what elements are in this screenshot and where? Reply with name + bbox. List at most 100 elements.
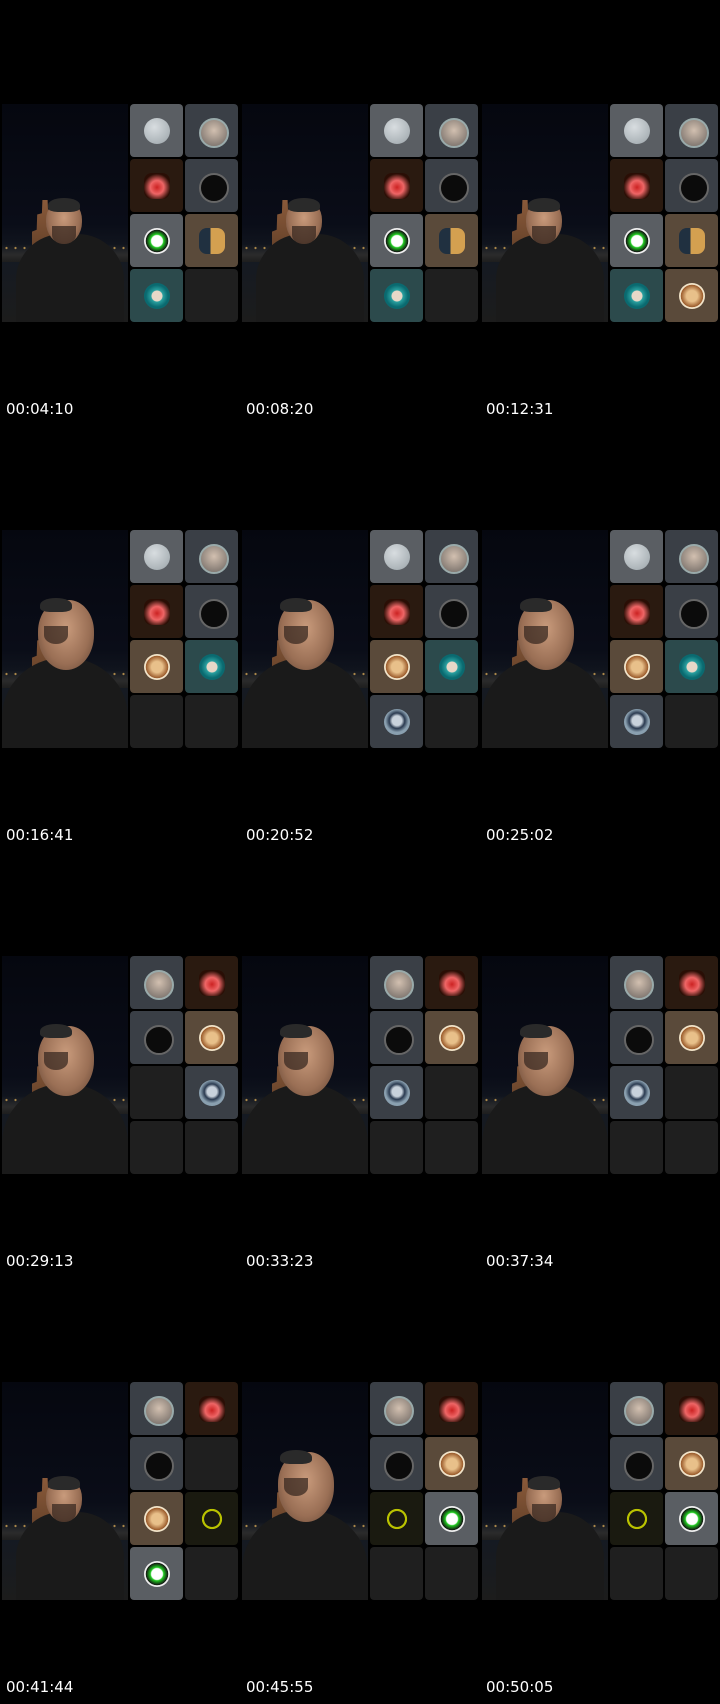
- participant-tile[interactable]: [185, 1011, 238, 1064]
- participant-tile[interactable]: [130, 1547, 183, 1600]
- participant-tile[interactable]: [370, 530, 423, 583]
- participant-tile[interactable]: [610, 1382, 663, 1435]
- frame-timestamp: 00:08:20: [246, 400, 314, 418]
- frame-timestamp: 00:41:44: [6, 1678, 74, 1696]
- participant-tile[interactable]: [610, 1011, 663, 1064]
- main-video-feed: [482, 104, 608, 322]
- participant-tile[interactable]: [370, 159, 423, 212]
- participant-tile[interactable]: [130, 159, 183, 212]
- participant-tile[interactable]: [185, 1492, 238, 1545]
- participant-tile[interactable]: [370, 695, 423, 748]
- participant-tile[interactable]: [185, 1382, 238, 1435]
- participant-tile[interactable]: [610, 1066, 663, 1119]
- participant-tile[interactable]: [610, 159, 663, 212]
- participant-tile[interactable]: [370, 1382, 423, 1435]
- participant-tile[interactable]: [370, 1066, 423, 1119]
- participant-tile[interactable]: [665, 269, 718, 322]
- speaker-head: [38, 598, 94, 670]
- participant-tile[interactable]: [425, 640, 478, 693]
- participant-tile[interactable]: [665, 1492, 718, 1545]
- speaker-body: [496, 234, 604, 322]
- participant-tile[interactable]: [425, 104, 478, 157]
- participant-tile[interactable]: [665, 1437, 718, 1490]
- main-video-feed: [242, 104, 368, 322]
- participant-tile[interactable]: [370, 1492, 423, 1545]
- participant-tile[interactable]: [610, 104, 663, 157]
- participant-tile[interactable]: [425, 159, 478, 212]
- participant-tile[interactable]: [610, 269, 663, 322]
- participant-tile[interactable]: [425, 1382, 478, 1435]
- sun-avatar-icon: [383, 1505, 410, 1532]
- participant-tile[interactable]: [130, 269, 183, 322]
- participant-tile[interactable]: [425, 585, 478, 638]
- participant-tile[interactable]: [130, 585, 183, 638]
- participant-tile[interactable]: [130, 1011, 183, 1064]
- participant-tile[interactable]: [185, 104, 238, 157]
- speaker-head: [518, 598, 574, 670]
- speaker-head: [278, 1024, 334, 1096]
- main-video-feed: [482, 1382, 608, 1600]
- participant-tile[interactable]: [665, 530, 718, 583]
- participant-tile[interactable]: [665, 956, 718, 1009]
- participant-grid: [610, 104, 718, 322]
- participant-tile[interactable]: [370, 269, 423, 322]
- participant-tile[interactable]: [130, 104, 183, 157]
- participant-tile[interactable]: [610, 1437, 663, 1490]
- participant-tile[interactable]: [610, 585, 663, 638]
- cartoon-avatar-icon: [623, 227, 650, 254]
- moon-avatar-icon: [623, 117, 650, 144]
- black-circle-avatar-icon: [143, 1450, 174, 1481]
- participant-tile[interactable]: [185, 1066, 238, 1119]
- participant-grid: [130, 530, 238, 748]
- participant-tile[interactable]: [425, 214, 478, 267]
- participant-tile[interactable]: [425, 1492, 478, 1545]
- participant-tile[interactable]: [665, 159, 718, 212]
- frame-timestamp: 00:29:13: [6, 1252, 74, 1270]
- participant-tile[interactable]: [130, 214, 183, 267]
- participant-tile[interactable]: [610, 214, 663, 267]
- main-video-feed: [2, 104, 128, 322]
- participant-tile[interactable]: [130, 1492, 183, 1545]
- participant-tile[interactable]: [185, 585, 238, 638]
- participant-tile[interactable]: [610, 530, 663, 583]
- participant-tile[interactable]: [185, 956, 238, 1009]
- participant-tile[interactable]: [425, 1437, 478, 1490]
- participant-tile[interactable]: [610, 695, 663, 748]
- main-video-feed: [482, 956, 608, 1174]
- participant-tile[interactable]: [130, 640, 183, 693]
- participant-tile[interactable]: [370, 956, 423, 1009]
- participant-tile[interactable]: [130, 1382, 183, 1435]
- participant-tile[interactable]: [130, 956, 183, 1009]
- face-avatar-icon: [438, 543, 469, 574]
- participant-tile[interactable]: [370, 1437, 423, 1490]
- participant-tile[interactable]: [185, 159, 238, 212]
- participant-tile[interactable]: [130, 1437, 183, 1490]
- speaker-head: [518, 1024, 574, 1096]
- participant-tile[interactable]: [370, 104, 423, 157]
- participant-tile[interactable]: [610, 640, 663, 693]
- participant-tile[interactable]: [425, 956, 478, 1009]
- participant-tile[interactable]: [370, 640, 423, 693]
- participant-tile[interactable]: [665, 214, 718, 267]
- participant-tile[interactable]: [130, 530, 183, 583]
- participant-tile[interactable]: [610, 1492, 663, 1545]
- participant-tile[interactable]: [370, 585, 423, 638]
- cartoon-avatar-icon: [678, 1505, 705, 1532]
- participant-tile[interactable]: [665, 104, 718, 157]
- fire-emoji-avatar-icon: [198, 969, 225, 996]
- moon-avatar-icon: [143, 117, 170, 144]
- participant-tile[interactable]: [185, 214, 238, 267]
- participant-tile[interactable]: [185, 640, 238, 693]
- participant-tile[interactable]: [665, 1382, 718, 1435]
- participant-tile[interactable]: [665, 585, 718, 638]
- frame-timestamp: 00:50:05: [486, 1678, 554, 1696]
- participant-tile[interactable]: [665, 1011, 718, 1064]
- participant-tile[interactable]: [425, 1011, 478, 1064]
- participant-tile[interactable]: [185, 530, 238, 583]
- participant-tile[interactable]: [665, 640, 718, 693]
- participant-tile[interactable]: [370, 1011, 423, 1064]
- participant-tile[interactable]: [425, 530, 478, 583]
- participant-tile[interactable]: [370, 214, 423, 267]
- participant-tile[interactable]: [610, 956, 663, 1009]
- lion-avatar-icon: [438, 1024, 465, 1051]
